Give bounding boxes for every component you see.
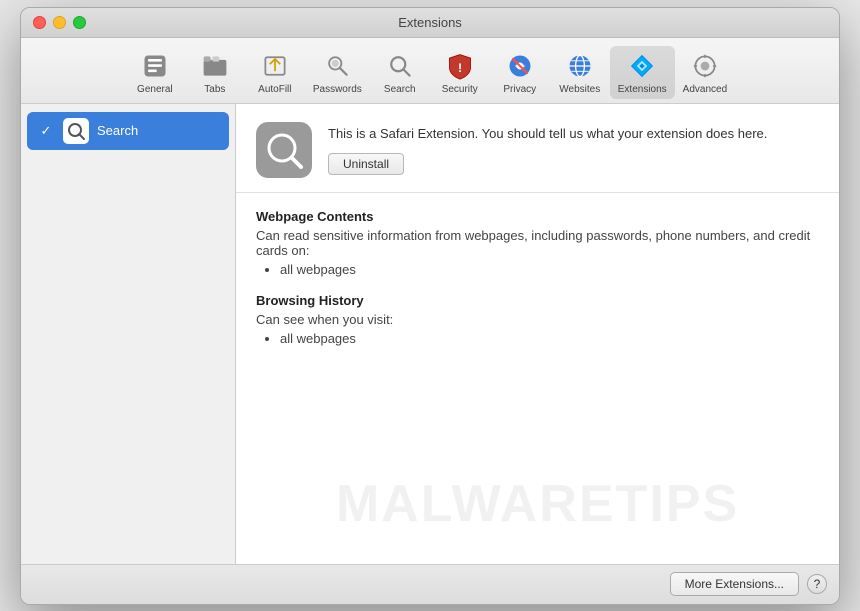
uninstall-button[interactable]: Uninstall (328, 153, 404, 175)
advanced-label: Advanced (683, 84, 727, 95)
search-label: Search (384, 84, 416, 95)
advanced-icon (689, 50, 721, 82)
window-controls (33, 16, 86, 29)
general-icon (139, 50, 171, 82)
toolbar-item-passwords[interactable]: Passwords (305, 46, 370, 99)
enabled-check-icon: ✓ (37, 122, 55, 140)
toolbar-item-search[interactable]: Search (370, 46, 430, 99)
extensions-sidebar: ✓ Search (21, 104, 236, 564)
passwords-label: Passwords (313, 84, 362, 95)
watermark: MALWARETIPS (336, 474, 739, 534)
security-icon: ! (444, 50, 476, 82)
extension-name: Search (97, 123, 138, 138)
security-label: Security (442, 84, 478, 95)
maximize-button[interactable] (73, 16, 86, 29)
websites-label: Websites (559, 84, 600, 95)
toolbar-item-general[interactable]: General (125, 46, 185, 99)
footer: More Extensions... ? (21, 564, 839, 604)
window-title: Extensions (398, 15, 462, 30)
toolbar-item-advanced[interactable]: Advanced (675, 46, 735, 99)
webpage-contents-desc: Can read sensitive information from webp… (256, 228, 819, 258)
extension-large-icon (256, 122, 312, 178)
browsing-history-title: Browsing History (256, 293, 819, 308)
sidebar-item-search[interactable]: ✓ Search (27, 112, 229, 150)
extensions-icon (626, 50, 658, 82)
search-icon (384, 50, 416, 82)
minimize-button[interactable] (53, 16, 66, 29)
safari-preferences-window: Extensions General T (20, 7, 840, 605)
toolbar-item-websites[interactable]: Websites (550, 46, 610, 99)
extension-info: This is a Safari Extension. You should t… (328, 122, 819, 176)
browsing-history-desc: Can see when you visit: (256, 312, 819, 327)
extension-detail-panel: This is a Safari Extension. You should t… (236, 104, 839, 564)
extension-icon (63, 118, 89, 144)
list-item: all webpages (280, 331, 819, 346)
passwords-icon (321, 50, 353, 82)
toolbar: General Tabs AutoFill (21, 38, 839, 104)
svg-text:!: ! (458, 61, 462, 75)
more-extensions-button[interactable]: More Extensions... (670, 572, 799, 596)
permission-webpage-contents: Webpage Contents Can read sensitive info… (256, 209, 819, 277)
webpage-contents-list: all webpages (256, 262, 819, 277)
webpage-contents-title: Webpage Contents (256, 209, 819, 224)
tabs-icon (199, 50, 231, 82)
general-label: General (137, 84, 173, 95)
content-area: ✓ Search (21, 104, 839, 564)
autofill-label: AutoFill (258, 84, 291, 95)
list-item: all webpages (280, 262, 819, 277)
privacy-icon (504, 50, 536, 82)
toolbar-item-privacy[interactable]: Privacy (490, 46, 550, 99)
titlebar: Extensions (21, 8, 839, 38)
toolbar-item-tabs[interactable]: Tabs (185, 46, 245, 99)
extensions-label: Extensions (618, 84, 667, 95)
privacy-label: Privacy (503, 84, 536, 95)
toolbar-item-extensions[interactable]: Extensions (610, 46, 675, 99)
close-button[interactable] (33, 16, 46, 29)
permission-browsing-history: Browsing History Can see when you visit:… (256, 293, 819, 346)
tabs-label: Tabs (204, 84, 225, 95)
websites-icon (564, 50, 596, 82)
toolbar-item-autofill[interactable]: AutoFill (245, 46, 305, 99)
extension-header: This is a Safari Extension. You should t… (236, 104, 839, 193)
help-button[interactable]: ? (807, 574, 827, 594)
browsing-history-list: all webpages (256, 331, 819, 346)
extension-description: This is a Safari Extension. You should t… (328, 124, 819, 144)
toolbar-item-security[interactable]: ! Security (430, 46, 490, 99)
extension-permissions: Webpage Contents Can read sensitive info… (236, 193, 839, 378)
autofill-icon (259, 50, 291, 82)
